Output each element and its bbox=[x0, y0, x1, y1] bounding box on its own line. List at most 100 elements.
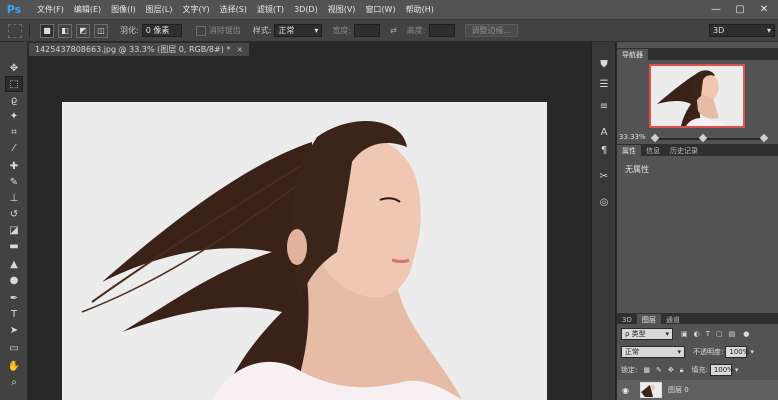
document-title: 1425437808663.jpg @ 33.3% (图层 0, RGB/8#)… bbox=[35, 45, 231, 54]
navigator-header: 导航器 bbox=[617, 48, 778, 60]
path-selection-tool-icon[interactable]: ➤ bbox=[5, 322, 23, 338]
subtract-selection-icon[interactable]: ◩ bbox=[76, 23, 90, 38]
lock-label: 锁定: bbox=[621, 366, 638, 374]
maximize-button[interactable]: ▢ bbox=[729, 2, 751, 16]
zoom-out-handle[interactable] bbox=[650, 133, 660, 143]
intersect-selection-icon[interactable]: ◫ bbox=[94, 23, 108, 38]
document-canvas[interactable] bbox=[62, 102, 547, 400]
marquee-tool-icon[interactable]: ⬚ bbox=[5, 76, 23, 92]
paragraph-icon[interactable]: ¶ bbox=[596, 142, 612, 158]
style-select[interactable]: 正常 ▾ bbox=[274, 24, 323, 37]
chevron-down-icon[interactable]: ▾ bbox=[750, 348, 754, 356]
tools-panel: ✥ ⬚ ϱ ✦ ⌗ ⁄ ✚ ✎ ⊥ ↺ ◪ ▬ ▲ ● ✒ T ➤ ▭ ✋ ⌕ bbox=[0, 42, 28, 400]
character-icon[interactable]: A bbox=[596, 124, 612, 140]
tab-info[interactable]: 信息 bbox=[641, 145, 665, 156]
width-input[interactable] bbox=[354, 24, 381, 37]
menu-window[interactable]: 窗口(W) bbox=[360, 4, 400, 15]
layer-row[interactable]: ◉ 图层 0 bbox=[617, 380, 778, 400]
align-icon[interactable]: ≡ bbox=[596, 98, 612, 114]
pen-tool-icon[interactable]: ✒ bbox=[5, 290, 23, 306]
properties-header: 属性 信息 历史记录 bbox=[617, 144, 778, 156]
lasso-tool-icon[interactable]: ϱ bbox=[5, 92, 23, 108]
workspace-select[interactable]: 3D ▾ bbox=[709, 24, 775, 37]
add-selection-icon[interactable]: ◧ bbox=[58, 23, 72, 38]
history-brush-tool-icon[interactable]: ↺ bbox=[5, 206, 23, 222]
navigator-zoom-value[interactable]: 33.33% bbox=[619, 133, 646, 141]
menu-file[interactable]: 文件(F) bbox=[32, 4, 69, 15]
lock-transparent-icon[interactable]: ▦ bbox=[643, 366, 650, 374]
clone-stamp-tool-icon[interactable]: ⊥ bbox=[5, 190, 23, 206]
history-icon[interactable]: ⛊ bbox=[596, 56, 612, 72]
opacity-input[interactable]: 100% bbox=[725, 346, 749, 358]
close-icon[interactable]: × bbox=[236, 45, 243, 54]
feather-input[interactable]: 0 像素 bbox=[141, 24, 182, 37]
tools-icon[interactable]: ✂ bbox=[596, 168, 612, 184]
close-button[interactable]: ✕ bbox=[753, 2, 775, 16]
move-tool-icon[interactable]: ✥ bbox=[5, 60, 23, 76]
eyedropper-tool-icon[interactable]: ⁄ bbox=[5, 140, 23, 156]
marquee-preset-icon[interactable] bbox=[8, 23, 22, 38]
lock-pixels-icon[interactable]: ✎ bbox=[656, 366, 662, 374]
filter-pixel-icon[interactable]: ▣ bbox=[681, 330, 688, 338]
filter-smart-object-icon[interactable]: ▤ bbox=[729, 330, 736, 338]
feather-label: 羽化: bbox=[120, 26, 139, 35]
navigator-zoom-slider[interactable] bbox=[650, 133, 769, 143]
zoom-tool-icon[interactable]: ⌕ bbox=[5, 374, 23, 390]
chevron-down-icon[interactable]: ▾ bbox=[735, 366, 739, 374]
layer-name[interactable]: 图层 0 bbox=[668, 385, 689, 395]
eraser-tool-icon[interactable]: ◪ bbox=[5, 222, 23, 238]
filter-shape-icon[interactable]: ▢ bbox=[716, 330, 723, 338]
workspace-value: 3D bbox=[713, 26, 725, 35]
height-input[interactable] bbox=[428, 24, 455, 37]
menu-view[interactable]: 视图(V) bbox=[323, 4, 361, 15]
crop-tool-icon[interactable]: ⌗ bbox=[5, 124, 23, 140]
new-selection-icon[interactable]: ■ bbox=[40, 23, 54, 38]
healing-brush-tool-icon[interactable]: ✚ bbox=[5, 158, 23, 174]
chevron-down-icon: ▾ bbox=[766, 26, 771, 35]
blend-row: 正常 ▾ 不透明度: 100% ▾ bbox=[617, 344, 778, 360]
layer-thumbnail-image bbox=[641, 383, 661, 397]
menu-help[interactable]: 帮助(H) bbox=[401, 4, 439, 15]
magic-wand-tool-icon[interactable]: ✦ bbox=[5, 108, 23, 124]
menu-layer[interactable]: 图层(L) bbox=[141, 4, 178, 15]
gradient-tool-icon[interactable]: ▬ bbox=[5, 238, 23, 254]
dodge-tool-icon[interactable]: ● bbox=[5, 272, 23, 288]
zoom-slider-handle[interactable] bbox=[698, 133, 708, 143]
menu-filter[interactable]: 滤镜(T) bbox=[252, 4, 289, 15]
lock-all-icon[interactable]: 🔒︎ bbox=[680, 366, 684, 375]
adjust-icon[interactable]: ☰ bbox=[596, 76, 612, 92]
tab-navigator[interactable]: 导航器 bbox=[617, 49, 648, 60]
menu-image[interactable]: 图像(I) bbox=[106, 4, 141, 15]
menu-edit[interactable]: 编辑(E) bbox=[69, 4, 106, 15]
menu-3d[interactable]: 3D(D) bbox=[289, 5, 323, 14]
menu-select[interactable]: 选择(S) bbox=[215, 4, 252, 15]
blur-tool-icon[interactable]: ▲ bbox=[5, 256, 23, 272]
filter-toggle-icon[interactable]: ● bbox=[743, 330, 749, 338]
swap-icon[interactable]: ⇄ bbox=[390, 26, 397, 35]
height-label: 高度: bbox=[406, 26, 426, 35]
brush-tool-icon[interactable]: ✎ bbox=[5, 174, 23, 190]
tab-properties[interactable]: 属性 bbox=[617, 145, 641, 156]
rectangle-tool-icon[interactable]: ▭ bbox=[5, 340, 23, 356]
refine-edge-button[interactable]: 调整边缘... bbox=[464, 24, 519, 37]
hand-tool-icon[interactable]: ✋ bbox=[5, 358, 23, 374]
style-value: 正常 bbox=[278, 26, 295, 35]
chevron-down-icon: ▾ bbox=[677, 348, 681, 356]
antialias-checkbox[interactable] bbox=[195, 25, 206, 36]
document-tab[interactable]: 1425437808663.jpg @ 33.3% (图层 0, RGB/8#)… bbox=[28, 42, 251, 56]
filter-adjustment-icon[interactable]: ◐ bbox=[694, 330, 700, 338]
layer-kind-select[interactable]: ρ 类型 ▾ bbox=[621, 328, 673, 340]
filter-type-icon[interactable]: T bbox=[706, 330, 710, 338]
type-tool-icon[interactable]: T bbox=[5, 306, 23, 322]
tab-history[interactable]: 历史记录 bbox=[665, 145, 703, 156]
fill-input[interactable]: 100% bbox=[709, 364, 734, 376]
eye-icon[interactable]: ◉ bbox=[622, 386, 636, 395]
blend-mode-select[interactable]: 正常 ▾ bbox=[621, 346, 685, 358]
minimize-button[interactable]: — bbox=[705, 2, 727, 16]
layer-kind-value: ρ 类型 bbox=[625, 330, 646, 338]
zoom-in-handle[interactable] bbox=[759, 133, 769, 143]
lock-position-icon[interactable]: ✥ bbox=[668, 366, 674, 374]
menu-type[interactable]: 文字(Y) bbox=[177, 4, 214, 15]
navigator-preview[interactable] bbox=[649, 64, 745, 128]
3d-icon[interactable]: ◎ bbox=[596, 194, 612, 210]
